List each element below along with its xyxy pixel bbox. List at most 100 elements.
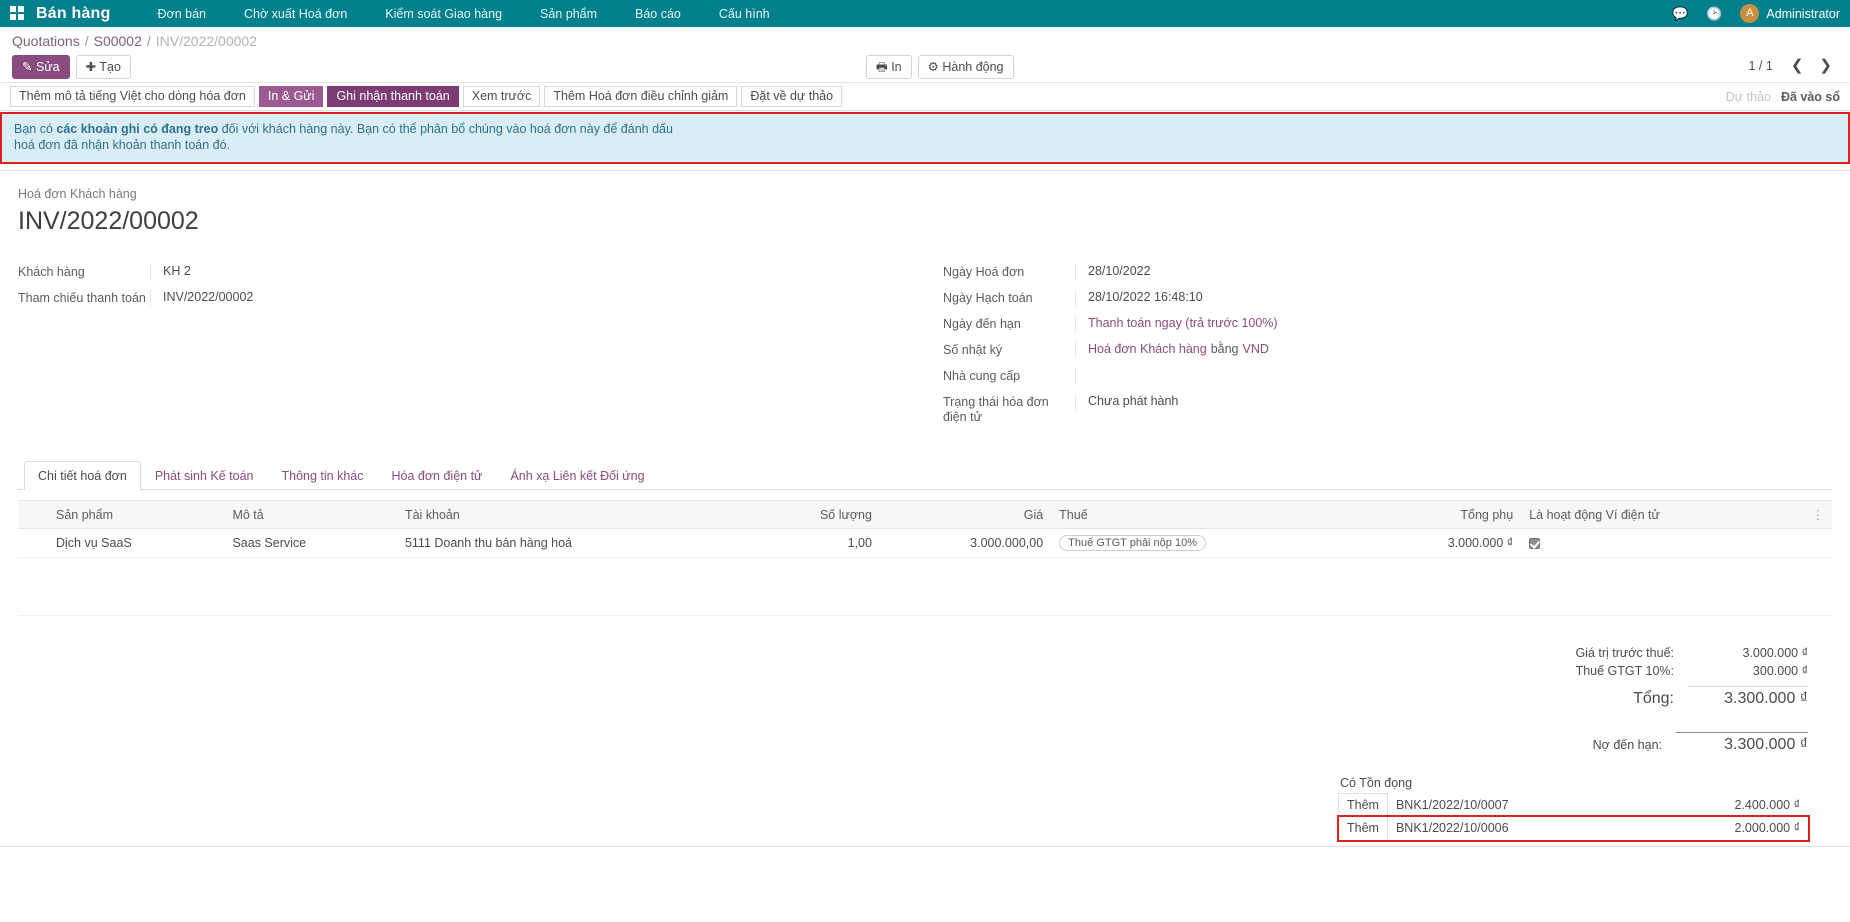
credit-amount: 2.000.000 ₫ [1645, 817, 1808, 840]
stage-draft[interactable]: Dự thảo [1726, 90, 1771, 104]
tab-einvoice[interactable]: Hóa đơn điện tử [378, 461, 497, 490]
column-quantity[interactable]: Số lượng [749, 501, 880, 529]
add-vietnamese-description-button[interactable]: Thêm mô tả tiếng Việt cho dòng hóa đơn [10, 86, 255, 107]
action-button[interactable]: ⚙ Hành động [918, 55, 1014, 79]
clock-icon[interactable]: 🕑 [1706, 7, 1722, 20]
credit-reference[interactable]: BNK1/2022/10/0006 [1387, 817, 1645, 840]
avatar: A [1740, 4, 1759, 23]
checkbox-checked-icon[interactable] [1529, 538, 1540, 549]
add-credit-button[interactable]: Thêm [1339, 817, 1388, 840]
gear-icon: ⚙ [928, 60, 939, 74]
column-taxes[interactable]: Thuế [1051, 501, 1364, 529]
outstanding-credits-body: Thêm BNK1/2022/10/0007 2.400.000 ₫ Thêm … [1339, 794, 1809, 840]
field-vendor-value[interactable] [1075, 368, 1802, 384]
user-menu[interactable]: A Administrator [1740, 4, 1840, 23]
register-payment-button[interactable]: Ghi nhận thanh toán [327, 86, 458, 107]
tab-reconcile-mapping[interactable]: Ánh xạ Liên kết Đối ứng [496, 461, 658, 490]
cell-price[interactable]: 3.000.000,00 [880, 529, 1051, 558]
breadcrumb: Quotations / S00002 / INV/2022/00002 [0, 27, 1850, 51]
column-is-wallet-activity[interactable]: Là hoạt động Ví điện tử [1521, 501, 1803, 529]
field-einvoice-status-value: Chưa phát hành [1075, 394, 1802, 410]
edit-button[interactable]: ✎ Sửa [12, 55, 70, 79]
alert-text-bold[interactable]: các khoản ghi có đang treo [56, 122, 218, 136]
cell-product[interactable]: Dịch vụ SaaS [48, 529, 224, 558]
printer-icon: 🖶 [876, 60, 888, 74]
field-payment-reference: Tham chiếu thanh toán INV/2022/00002 [18, 290, 895, 306]
alert-message: Bạn có các khoản ghi có đang treo đối vớ… [14, 121, 674, 153]
empty-rows-spacer [18, 558, 1832, 616]
chevron-left-icon[interactable]: ❮ [1785, 58, 1810, 73]
notebook-tabs: Chi tiết hoá đơn Phát sinh Kế toán Thông… [18, 461, 1832, 490]
nav-item-sales-orders[interactable]: Đơn bán [139, 3, 226, 25]
reset-to-draft-button[interactable]: Đặt về dự thảo [741, 86, 842, 107]
tab-other-info[interactable]: Thông tin khác [268, 461, 378, 490]
add-credit-button[interactable]: Thêm [1339, 794, 1388, 817]
field-customer-label: Khách hàng [18, 264, 150, 280]
column-account[interactable]: Tài khoản [397, 501, 749, 529]
column-handle [18, 501, 48, 529]
field-journal-currency[interactable]: VND [1243, 342, 1269, 356]
preview-button[interactable]: Xem trước [463, 86, 541, 107]
column-product[interactable]: Sản phẩm [48, 501, 224, 529]
app-brand-title[interactable]: Bán hàng [36, 5, 111, 23]
tab-invoice-lines[interactable]: Chi tiết hoá đơn [24, 461, 141, 490]
cell-taxes[interactable]: Thuế GTGT phải nộp 10% [1051, 529, 1364, 558]
column-price[interactable]: Giá [880, 501, 1051, 529]
nav-item-products[interactable]: Sản phẩm [521, 3, 616, 25]
breadcrumb-item-current: INV/2022/00002 [156, 33, 257, 49]
invoice-lines-header: Sản phẩm Mô tả Tài khoản Số lượng Giá Th… [18, 501, 1832, 529]
cell-row-options[interactable] [1804, 529, 1833, 558]
outstanding-credits-alert: Bạn có các khoản ghi có đang treo đối vớ… [0, 112, 1850, 164]
notebook: Chi tiết hoá đơn Phát sinh Kế toán Thông… [18, 461, 1832, 616]
total-grand-label: Tổng: [1633, 690, 1688, 708]
cell-account[interactable]: 5111 Doanh thu bán hàng hoá [397, 529, 749, 558]
field-invoice-date-value[interactable]: 28/10/2022 [1075, 264, 1802, 280]
nav-item-reports[interactable]: Báo cáo [616, 3, 700, 25]
print-button[interactable]: 🖶 In [866, 55, 912, 79]
cell-is-wallet-activity[interactable] [1521, 529, 1803, 558]
statusbar-stages: Dự thảo Đã vào sổ [1726, 86, 1840, 107]
field-vendor-label: Nhà cung cấp [943, 368, 1075, 384]
totals-section: Giá trị trước thuế: 3.000.000 ₫ Thuế GTG… [18, 644, 1832, 840]
form-sheet: Hoá đơn Khách hàng INV/2022/00002 Khách … [0, 170, 1850, 847]
table-row[interactable]: Dịch vụ SaaS Saas Service 5111 Doanh thu… [18, 529, 1832, 558]
column-options-icon[interactable]: ⋮ [1804, 501, 1833, 529]
print-and-send-button[interactable]: In & Gửi [259, 86, 324, 107]
credit-reference[interactable]: BNK1/2022/10/0007 [1387, 794, 1645, 817]
stage-posted[interactable]: Đã vào sổ [1781, 90, 1840, 104]
total-untaxed-row: Giá trị trước thuế: 3.000.000 ₫ [1338, 644, 1808, 662]
field-journal-name[interactable]: Hoá đơn Khách hàng [1088, 342, 1207, 356]
control-panel-actions: 🖶 In ⚙ Hành động [866, 55, 1014, 79]
nav-item-delivery-control[interactable]: Kiểm soát Giao hàng [366, 3, 521, 25]
field-due-date-value[interactable]: Thanh toán ngay (trả trước 100%) [1075, 316, 1802, 332]
breadcrumb-item-s00002[interactable]: S00002 [94, 33, 142, 49]
tab-journal-items[interactable]: Phát sinh Kế toán [141, 461, 268, 490]
field-invoice-date-label: Ngày Hoá đơn [943, 264, 1075, 280]
field-customer-value[interactable]: KH 2 [150, 264, 895, 280]
form-column-right: Ngày Hoá đơn 28/10/2022 Ngày Hạch toán 2… [925, 264, 1832, 435]
column-subtotal[interactable]: Tổng phụ [1364, 501, 1521, 529]
field-accounting-date-value[interactable]: 28/10/2022 16:48:10 [1075, 290, 1802, 306]
field-invoice-date: Ngày Hoá đơn 28/10/2022 [943, 264, 1802, 280]
create-button[interactable]: ✚ Tạo [76, 55, 131, 79]
field-payment-reference-value[interactable]: INV/2022/00002 [150, 290, 895, 306]
list-item[interactable]: Thêm BNK1/2022/10/0006 2.000.000 ₫ [1339, 817, 1809, 840]
total-untaxed-label: Giá trị trước thuế: [1575, 646, 1688, 660]
row-handle[interactable] [18, 529, 48, 558]
total-tax-label[interactable]: Thuế GTGT 10%: [1576, 664, 1688, 678]
field-journal: Số nhật ký Hoá đơn Khách hàngbằngVND [943, 342, 1802, 358]
nav-item-configuration[interactable]: Cấu hình [700, 3, 789, 25]
cell-quantity[interactable]: 1,00 [749, 529, 880, 558]
chat-bubble-icon[interactable]: 💬 [1672, 7, 1688, 20]
list-item[interactable]: Thêm BNK1/2022/10/0007 2.400.000 ₫ [1339, 794, 1809, 817]
navbar-systray: 💬 🕑 A Administrator [1672, 4, 1840, 23]
apps-grid-icon[interactable] [10, 6, 26, 22]
navbar-menu: Đơn bán Chờ xuất Hoá đơn Kiểm soát Giao … [139, 3, 789, 25]
column-description[interactable]: Mô tả [224, 501, 396, 529]
chevron-right-icon[interactable]: ❯ [1813, 58, 1838, 73]
add-credit-note-button[interactable]: Thêm Hoá đơn điều chỉnh giảm [544, 86, 737, 107]
breadcrumb-item-quotations[interactable]: Quotations [12, 33, 80, 49]
nav-item-to-invoice[interactable]: Chờ xuất Hoá đơn [225, 3, 366, 25]
total-untaxed-value: 3.000.000 ₫ [1688, 646, 1808, 660]
cell-description[interactable]: Saas Service [224, 529, 396, 558]
